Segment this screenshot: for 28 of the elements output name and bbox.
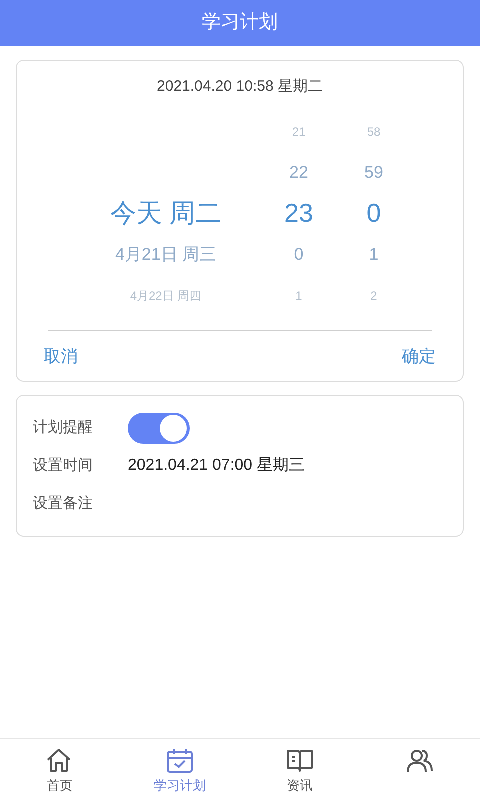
hour-option[interactable]: 22 bbox=[290, 160, 308, 186]
hour-option[interactable]: 23 bbox=[284, 194, 314, 233]
reminder-toggle[interactable] bbox=[128, 412, 190, 444]
note-label[interactable]: 设置备注 bbox=[33, 492, 93, 516]
minute-option[interactable]: 2 bbox=[370, 286, 378, 304]
page-title: 学习计划 bbox=[202, 10, 278, 35]
people-icon bbox=[405, 747, 435, 775]
minute-option[interactable]: 0 bbox=[366, 194, 382, 233]
tab-item[interactable]: 学习计划 bbox=[120, 739, 240, 800]
date-option[interactable]: 4月22日 周四 bbox=[130, 286, 202, 304]
confirm-button[interactable]: 确定 bbox=[402, 344, 436, 370]
hour-option[interactable]: 21 bbox=[292, 122, 306, 140]
minute-option[interactable]: 1 bbox=[369, 242, 379, 268]
current-time: 2021.04.20 10:58 星期二 bbox=[157, 77, 323, 97]
tab-item[interactable]: 资讯 bbox=[240, 739, 360, 800]
date-option[interactable]: 今天 周二 bbox=[110, 194, 222, 233]
time-label: 设置时间 bbox=[33, 456, 94, 476]
time-value[interactable]: 2021.04.21 07:00 星期三 bbox=[128, 454, 306, 478]
hour-option[interactable]: 0 bbox=[294, 242, 304, 268]
minute-option[interactable]: 59 bbox=[364, 160, 384, 186]
reminder-label: 计划提醒 bbox=[33, 418, 94, 438]
date-option[interactable]: 4月21日 周三 bbox=[115, 242, 217, 268]
hour-option[interactable]: 1 bbox=[296, 286, 302, 304]
minute-option[interactable]: 58 bbox=[367, 122, 381, 140]
tab-item[interactable]: 首页 bbox=[0, 739, 120, 800]
book-icon bbox=[285, 747, 315, 775]
cancel-button[interactable]: 取消 bbox=[44, 344, 78, 370]
calendar-check-icon bbox=[165, 747, 195, 775]
